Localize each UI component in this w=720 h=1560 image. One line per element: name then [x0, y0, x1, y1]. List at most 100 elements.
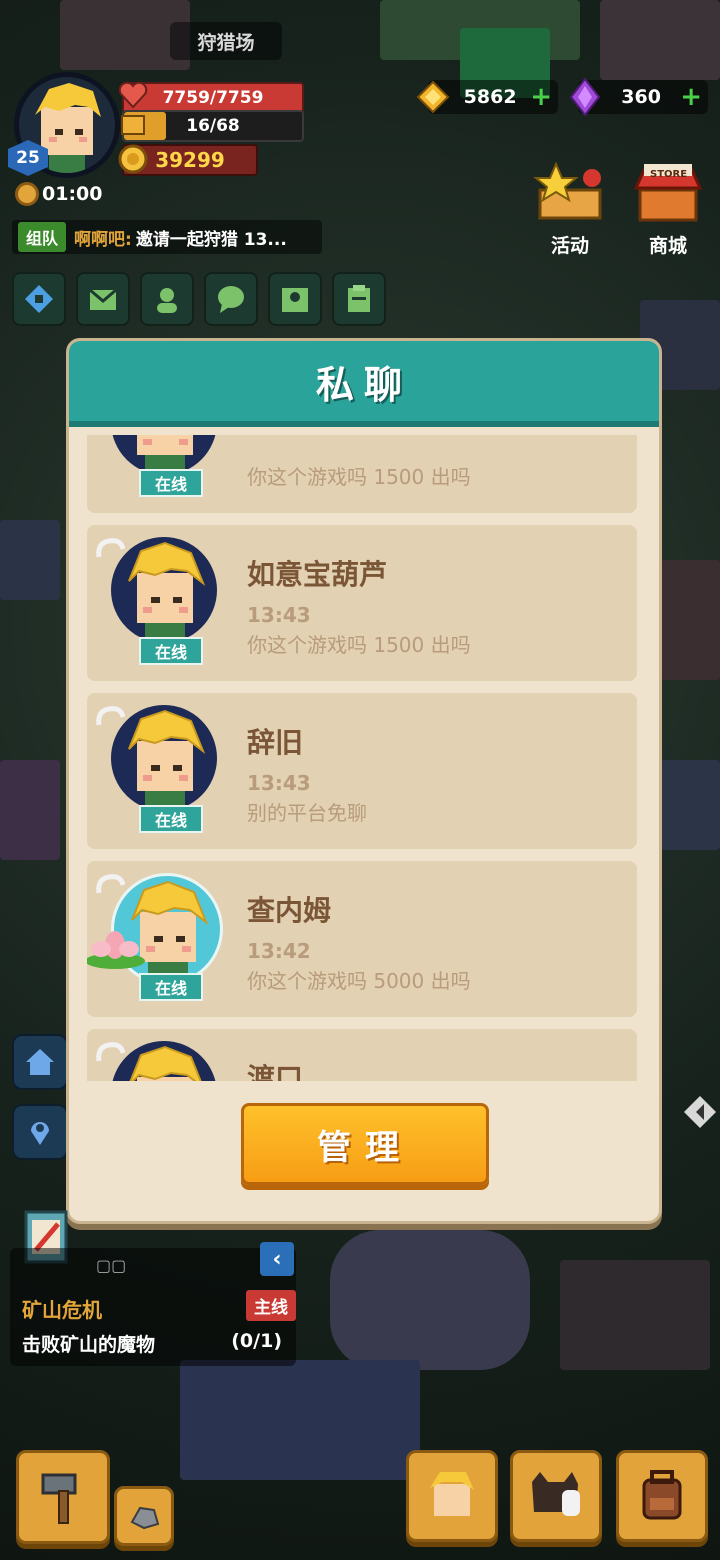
gem-value: 5862 [463, 86, 517, 108]
chat-sender: 啊啊吧: [74, 229, 132, 250]
home-icon [26, 1049, 54, 1075]
character-face-icon [430, 1472, 474, 1516]
energy-bar: 16/68 [122, 110, 304, 142]
contact-name: 查内姆 [247, 894, 332, 927]
message-preview: 你这个游戏吗 1500 出吗 [247, 465, 471, 489]
contact-name: 辞旧 [247, 726, 304, 759]
energy-icon [118, 110, 148, 140]
contact-avatar [111, 537, 217, 643]
location-map-button[interactable] [268, 272, 322, 326]
clip-icon [96, 1042, 125, 1062]
chat-list-item[interactable]: 在线 你这个游戏吗 1500 出吗 [87, 435, 637, 513]
chat-list-inner: 在线 你这个游戏吗 1500 出吗 在线 如意宝葫芦 13:43 你这个游戏吗 … [87, 435, 641, 1081]
quest-title: 矿山危机 [22, 1298, 102, 1322]
home-button[interactable] [12, 1034, 68, 1090]
crystal-value: 360 [621, 86, 661, 108]
store-button[interactable]: STORE 商城 [630, 160, 706, 257]
backpack-button[interactable] [616, 1450, 708, 1542]
collapse-quest-button[interactable]: ‹ [260, 1242, 294, 1276]
location-pin-icon [31, 1122, 49, 1145]
lotus-decoration-icon [87, 931, 145, 969]
message-preview: 别的平台免聊 [247, 801, 367, 825]
chat-list-item[interactable]: 在线 查内姆 13:42 你这个游戏吗 5000 出吗 [87, 861, 637, 1017]
chat-bubble-icon [218, 286, 244, 313]
zone-name: 狩猎场 [170, 22, 282, 60]
energy-value: 16/68 [186, 116, 240, 136]
quest-tag: 主线 [246, 1290, 296, 1321]
modal-title: 私聊 [315, 362, 412, 407]
modal-header: 私聊 [69, 341, 659, 427]
build-hammer-button[interactable] [16, 1450, 110, 1544]
contact-name: 如意宝葫芦 [247, 558, 388, 591]
activity-button[interactable]: 活动 [532, 160, 608, 257]
online-status-badge: 在线 [139, 637, 203, 665]
small-inventory-button[interactable] [114, 1486, 174, 1546]
clip-icon [96, 706, 125, 726]
chat-button[interactable] [204, 272, 258, 326]
chat-list-item[interactable]: 在线 如意宝葫芦 13:43 你这个游戏吗 1500 出吗 [87, 525, 637, 681]
hammer-icon [41, 1473, 77, 1524]
quest-description: 击败矿山的魔物 [22, 1334, 156, 1356]
timer: 01:00 [18, 183, 102, 205]
stone-icon [130, 1506, 160, 1530]
character-button[interactable] [406, 1450, 498, 1542]
online-status-badge: 在线 [139, 805, 203, 833]
gem-currency: 5862 + [416, 80, 558, 114]
gold-coin-icon [116, 142, 150, 176]
add-crystals-button[interactable]: + [680, 82, 702, 112]
message-preview: 你这个游戏吗 5000 出吗 [247, 969, 471, 993]
message-time: 13:42 [247, 939, 311, 963]
message-preview: 你这个游戏吗 1500 出吗 [247, 633, 471, 657]
clip-icon [96, 874, 125, 894]
map-pin-icon [282, 288, 308, 312]
contact-face-icon [129, 1045, 202, 1081]
chat-message: 邀请一起狩猎 13... [135, 229, 287, 250]
hp-value: 7759/7759 [162, 88, 264, 108]
map-grid-button[interactable] [12, 272, 66, 326]
activity-gift-icon [533, 161, 602, 220]
message-time: 13:43 [247, 603, 311, 627]
contact-face-icon [128, 541, 206, 643]
quest-panel[interactable]: ▢▢ 矿山危机 主线 击败矿山的魔物 (0/1) [10, 1248, 296, 1366]
backpack-icon [642, 1470, 682, 1520]
pet-cat-icon [532, 1472, 580, 1516]
friends-icon [157, 288, 177, 313]
contact-name: 渡口 [247, 1062, 304, 1081]
crystal-icon [568, 78, 602, 116]
contact-avatar [111, 1041, 217, 1081]
private-chat-modal: 私聊 在线 你这个游戏吗 1500 出吗 在线 如意宝葫芦 13:43 你这个游… [66, 338, 662, 1224]
add-gems-button[interactable]: + [530, 82, 552, 112]
chat-list[interactable]: 在线 你这个游戏吗 1500 出吗 在线 如意宝葫芦 13:43 你这个游戏吗 … [87, 435, 641, 1081]
mail-icon [89, 288, 117, 310]
sun-icon [18, 185, 36, 203]
chat-list-item[interactable]: 在线 辞旧 13:43 别的平台免聊 [87, 693, 637, 849]
clip-icon [96, 538, 125, 558]
gold-value: 39299 [155, 148, 225, 172]
task-board-button[interactable] [332, 272, 386, 326]
manage-button[interactable]: 管理 [241, 1103, 489, 1185]
gem-icon [416, 80, 450, 114]
store-label: 商城 [648, 235, 687, 257]
location-button[interactable] [12, 1104, 68, 1160]
message-time: 13:43 [247, 771, 311, 795]
friends-button[interactable] [140, 272, 194, 326]
chat-list-item[interactable]: 在线 渡口 13:42 [87, 1029, 637, 1081]
online-status-badge: 在线 [139, 973, 203, 1001]
activity-label: 活动 [550, 235, 589, 257]
contact-face-icon [128, 709, 206, 811]
timer-value: 01:00 [42, 183, 103, 205]
contact-avatar [111, 705, 217, 811]
store-sign: STORE [650, 169, 688, 180]
pets-button[interactable] [510, 1450, 602, 1542]
quest-progress: (0/1) [231, 1330, 282, 1352]
online-status-badge: 在线 [139, 469, 203, 497]
heart-icon [118, 80, 148, 110]
chat-channel-tag: 组队 [18, 222, 67, 252]
clipboard-icon [348, 285, 370, 312]
team-chat-strip[interactable]: 组队 啊啊吧: 邀请一起狩猎 13... [12, 220, 322, 254]
expand-right-icon[interactable] [680, 1092, 720, 1132]
map-grid-icon [25, 285, 53, 313]
mail-button[interactable] [76, 272, 130, 326]
crystal-currency: 360 + [569, 78, 708, 116]
quest-page-dots: ▢▢ [96, 1256, 127, 1275]
